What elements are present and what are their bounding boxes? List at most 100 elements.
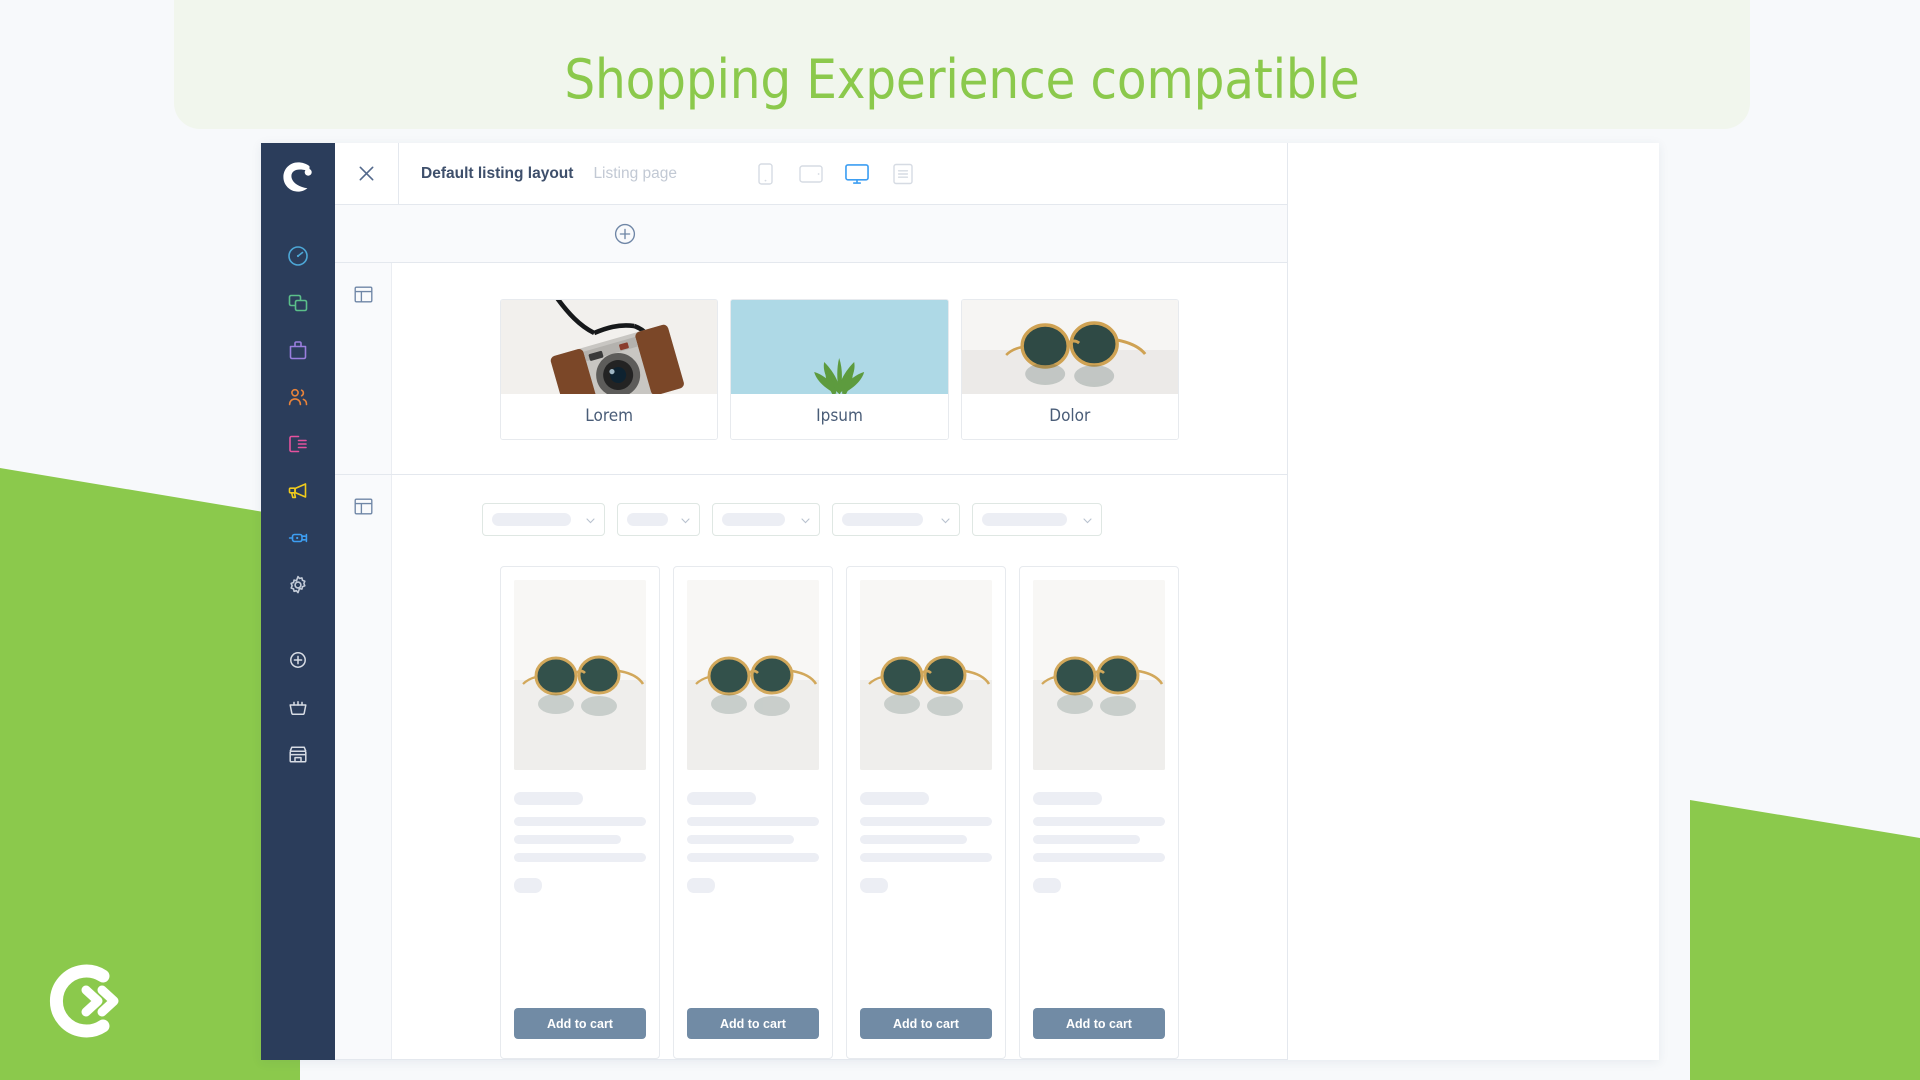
category-card-label: Ipsum [731, 394, 948, 439]
product-desc-skeleton [514, 853, 646, 862]
product-desc-skeleton [1033, 835, 1140, 844]
chevron-down-icon [586, 511, 595, 529]
sunglasses-photo [514, 580, 646, 770]
filter-dropdown[interactable] [712, 503, 820, 536]
category-card[interactable]: Dolor [960, 299, 1179, 440]
plus-circle-icon[interactable] [614, 223, 636, 245]
filter-bar [392, 503, 1287, 536]
layout-editor: Default listing layout Listing page Lore… [335, 142, 1287, 1060]
add-to-cart-button[interactable]: Add to cart [1033, 1008, 1165, 1039]
product-desc-skeleton [687, 817, 819, 826]
product-price-skeleton [687, 878, 715, 893]
product-title-skeleton [687, 792, 756, 805]
product-desc-skeleton [1033, 817, 1165, 826]
product-desc-skeleton [860, 817, 992, 826]
filter-dropdown[interactable] [617, 503, 700, 536]
category-card[interactable]: Ipsum [730, 299, 949, 440]
section-handle[interactable] [335, 475, 392, 1059]
product-card[interactable]: Add to cart [846, 566, 1006, 1059]
product-desc-skeleton [860, 835, 967, 844]
category-card-label: Dolor [961, 394, 1178, 439]
product-title-skeleton [1033, 792, 1102, 805]
device-preview-switch [753, 161, 1287, 187]
sidebar-item-dashboard[interactable] [275, 233, 321, 279]
product-card[interactable]: Add to cart [1019, 566, 1179, 1059]
category-card-label: Lorem [501, 394, 718, 439]
sunglasses-photo [1033, 580, 1165, 770]
filter-skeleton [982, 513, 1067, 526]
category-section-body: Lorem Ipsum Dolor [392, 263, 1287, 474]
sidebar-item-orders[interactable] [275, 327, 321, 373]
c-chevrons-logo [46, 962, 124, 1040]
product-desc-skeleton [514, 835, 621, 844]
chevron-down-icon [681, 511, 690, 529]
layout-subtitle: Listing page [593, 164, 678, 182]
sunglasses-photo [961, 300, 1178, 394]
category-section: Lorem Ipsum Dolor [335, 263, 1287, 475]
product-card[interactable]: Add to cart [673, 566, 833, 1059]
section-handle[interactable] [335, 263, 392, 474]
chevron-down-icon [1083, 511, 1092, 529]
sidebar-item-marketing[interactable] [275, 468, 321, 514]
content-list-icon[interactable] [891, 161, 915, 187]
promo-banner: Shopping Experience compatible [174, 0, 1750, 129]
editor-right-rail [1287, 143, 1659, 1060]
sidebar-item-content[interactable] [275, 421, 321, 467]
product-desc-skeleton [687, 853, 819, 862]
main-sidebar [261, 143, 335, 1060]
add-to-cart-button[interactable]: Add to cart [514, 1008, 646, 1039]
product-skeleton-text [514, 770, 646, 893]
desktop-icon[interactable] [845, 161, 869, 187]
product-price-skeleton [1033, 878, 1061, 893]
sunglasses-photo [860, 580, 992, 770]
filter-skeleton [842, 513, 923, 526]
filter-skeleton [722, 513, 785, 526]
add-to-cart-button[interactable]: Add to cart [687, 1008, 819, 1039]
product-desc-skeleton [1033, 853, 1165, 862]
sidebar-item-storefront[interactable] [275, 731, 321, 777]
sidebar-item-extensions[interactable] [275, 515, 321, 561]
product-skeleton-text [1033, 770, 1165, 893]
page-title: Shopping Experience compatible [564, 48, 1360, 111]
product-grid: Add to cart Add to cart Add to cart Add … [392, 566, 1287, 1059]
product-desc-skeleton [687, 835, 794, 844]
editor-topbar: Default listing layout Listing page [335, 142, 1287, 205]
page-root: Shopping Experience compatible Default l… [0, 0, 1920, 1080]
product-price-skeleton [514, 878, 542, 893]
listing-section: Add to cart Add to cart Add to cart Add … [335, 475, 1287, 1060]
filter-skeleton [627, 513, 668, 526]
filter-dropdown[interactable] [482, 503, 605, 536]
add-section-strip [335, 205, 1287, 263]
sidebar-item-customers[interactable] [275, 374, 321, 420]
filter-dropdown[interactable] [972, 503, 1102, 536]
sidebar-item-settings[interactable] [275, 562, 321, 608]
product-skeleton-text [860, 770, 992, 893]
breadcrumb: Default listing layout Listing page [399, 165, 677, 183]
green-decoration-right [1690, 800, 1920, 1080]
green-decoration-left [0, 468, 300, 1080]
product-price-skeleton [860, 878, 888, 893]
sunglasses-photo [687, 580, 819, 770]
tablet-icon[interactable] [799, 161, 823, 187]
product-card[interactable]: Add to cart [500, 566, 660, 1059]
sidebar-item-basket[interactable] [275, 684, 321, 730]
add-to-cart-button[interactable]: Add to cart [860, 1008, 992, 1039]
product-title-skeleton [514, 792, 583, 805]
chevron-down-icon [801, 511, 810, 529]
close-icon[interactable] [335, 142, 399, 205]
sidebar-item-add[interactable] [275, 637, 321, 683]
listing-section-body: Add to cart Add to cart Add to cart Add … [392, 475, 1287, 1059]
filter-dropdown[interactable] [832, 503, 960, 536]
camera-photo [501, 300, 718, 394]
product-desc-skeleton [860, 853, 992, 862]
shopware-logo[interactable] [278, 157, 318, 197]
editor-canvas: Lorem Ipsum Dolor Add to cart Add to car… [335, 263, 1287, 1060]
product-title-skeleton [860, 792, 929, 805]
shopware-admin-window: Default listing layout Listing page Lore… [261, 142, 1659, 1060]
product-desc-skeleton [514, 817, 646, 826]
chevron-down-icon [941, 511, 950, 529]
layout-title: Default listing layout [421, 164, 574, 182]
mobile-icon[interactable] [753, 161, 777, 187]
category-card[interactable]: Lorem [500, 299, 719, 440]
sidebar-item-catalogues[interactable] [275, 280, 321, 326]
